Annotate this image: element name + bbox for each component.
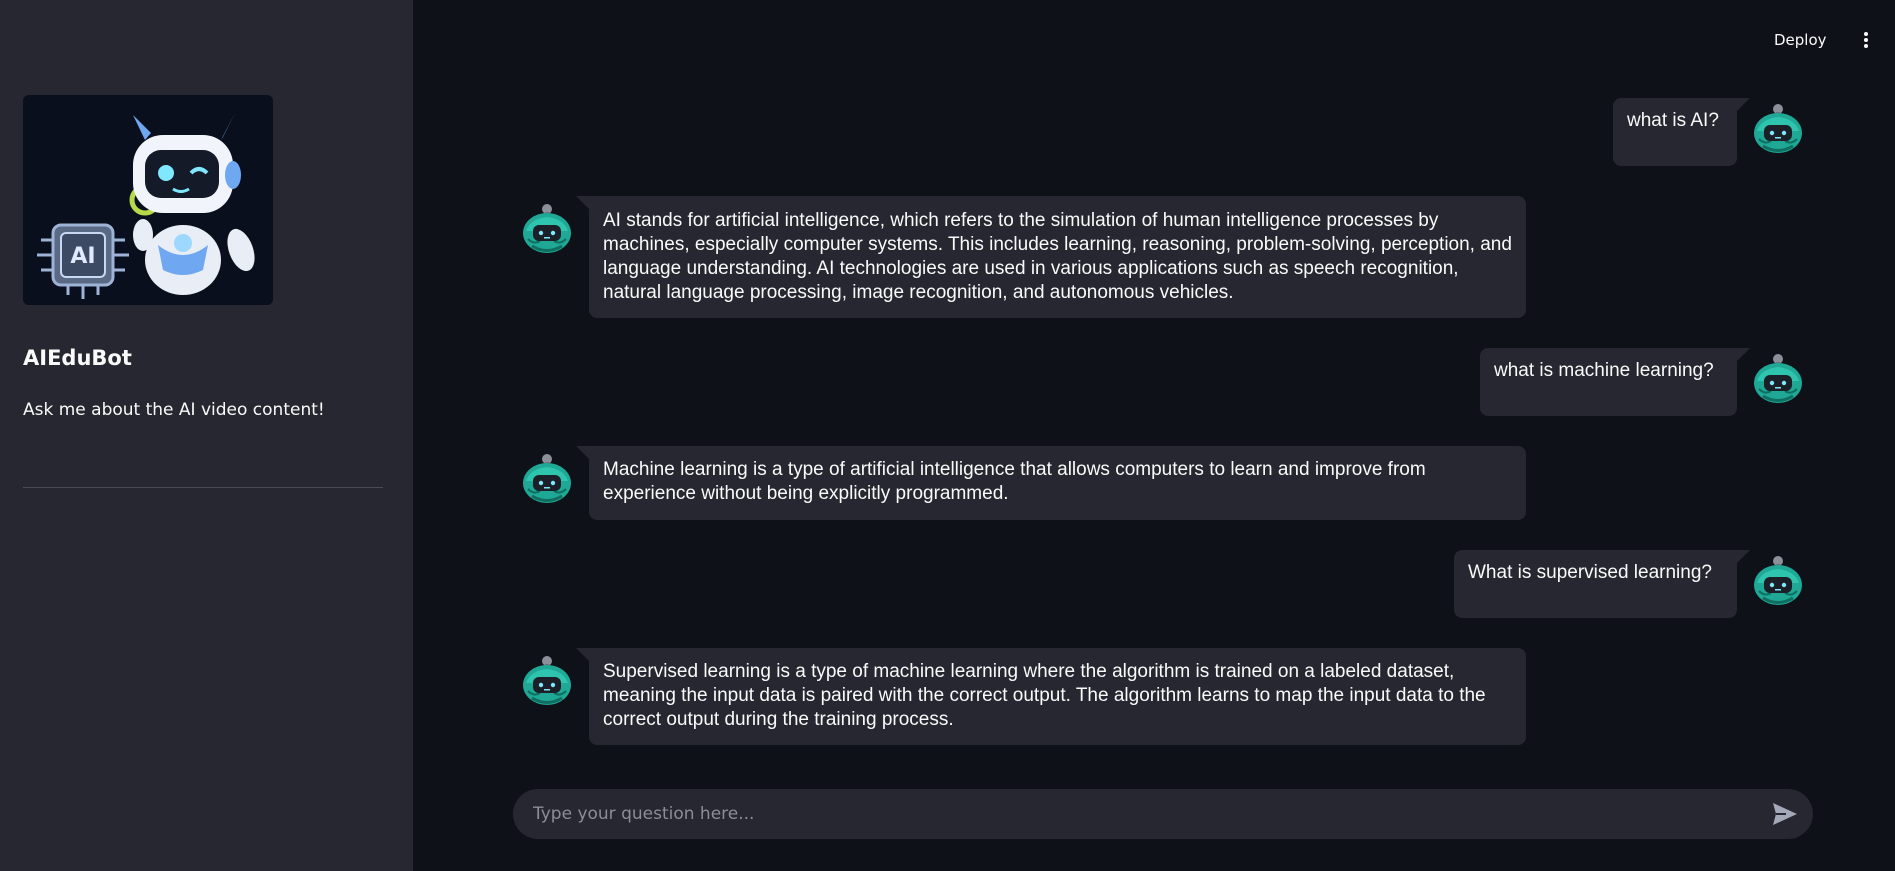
app-root: AI AIEduBot Ask me about the AI video co… <box>0 0 1895 871</box>
chat-message-assistant: AI stands for artificial intelligence, w… <box>576 196 1526 318</box>
chat-input[interactable] <box>533 789 1753 839</box>
main-menu-icon[interactable] <box>1858 26 1874 54</box>
assistant-avatar-icon <box>520 201 574 255</box>
message-text: AI stands for artificial intelligence, w… <box>603 210 1512 303</box>
chat-message-user: What is supervised learning? <box>1454 550 1750 618</box>
chat-message-user: what is AI? <box>1613 98 1750 166</box>
sidebar: AI AIEduBot Ask me about the AI video co… <box>0 0 413 871</box>
user-avatar-icon <box>1751 351 1805 405</box>
user-avatar-icon <box>1751 553 1805 607</box>
deploy-button[interactable]: Deploy <box>1766 26 1835 54</box>
chat-message-user: what is machine learning? <box>1480 348 1750 416</box>
svg-text:AI: AI <box>70 244 95 269</box>
message-text: Machine learning is a type of artificial… <box>603 459 1426 504</box>
send-icon[interactable] <box>1771 801 1799 827</box>
message-text: What is supervised learning? <box>1468 562 1712 583</box>
message-text: what is AI? <box>1627 110 1719 131</box>
message-text: Supervised learning is a type of machine… <box>603 661 1486 730</box>
app-title: AIEduBot <box>23 346 132 370</box>
sidebar-divider <box>23 487 383 488</box>
chat-message-assistant: Supervised learning is a type of machine… <box>576 648 1526 745</box>
chat-input-container <box>513 789 1813 839</box>
app-subtitle: Ask me about the AI video content! <box>23 400 325 420</box>
assistant-avatar-icon <box>520 451 574 505</box>
message-text: what is machine learning? <box>1494 360 1714 381</box>
chat-message-assistant: Machine learning is a type of artificial… <box>576 446 1526 520</box>
assistant-avatar-icon <box>520 653 574 707</box>
user-avatar-icon <box>1751 101 1805 155</box>
robot-logo-image: AI <box>23 95 273 305</box>
